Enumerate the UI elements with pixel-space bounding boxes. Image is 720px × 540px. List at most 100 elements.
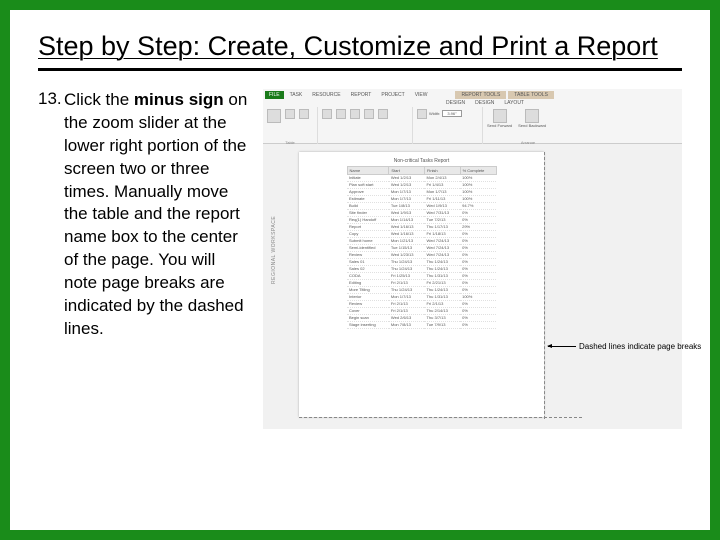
style-icon-4[interactable] (364, 109, 374, 119)
table-cell: 100% (460, 174, 496, 181)
col-header: Start (389, 166, 425, 174)
table-icon[interactable] (267, 109, 281, 123)
col-header: % Complete (460, 166, 496, 174)
table-cell: Thu 1/24/13 (424, 258, 460, 265)
table-cell: Thu 1/24/13 (389, 286, 425, 293)
table-cell: Report (347, 223, 389, 230)
style-icon-5[interactable] (378, 109, 388, 119)
table-cell: Fri 2/1/13 (389, 279, 425, 286)
table-cell: Sales 01 (347, 258, 389, 265)
table-cell: 0% (460, 216, 496, 223)
send-forward-icon[interactable] (493, 109, 507, 123)
subtabs: DESIGN DESIGN LAYOUT (263, 99, 682, 107)
table-row: EditingFri 2/1/13Fri 2/21/130% (347, 279, 496, 286)
table-cell: Thu 1/24/13 (424, 286, 460, 293)
table-row: Stage insertingMon 7/8/13Tue 7/9/130% (347, 321, 496, 328)
table-cell: 100% (460, 188, 496, 195)
table-row: CopyWed 1/16/13Fri 1/18/130% (347, 230, 496, 237)
send-backward-icon[interactable] (525, 109, 539, 123)
table-cell: 100% (460, 181, 496, 188)
table-cell: Tue 7/9/13 (424, 321, 460, 328)
table-cell: 0% (460, 286, 496, 293)
table-cell: Wed 1/9/13 (389, 209, 425, 216)
step-bold: minus sign (134, 90, 224, 109)
table-cell: Fri 1/18/13 (424, 230, 460, 237)
table-row: ReviewWed 1/23/13Wed 7/24/130% (347, 251, 496, 258)
subtab-layout[interactable]: LAYOUT (500, 99, 528, 107)
table-cell: Mon 1/21/13 (389, 237, 425, 244)
table-cell: Mon 1/7/13 (389, 188, 425, 195)
table-cell: Thu 1/24/13 (389, 258, 425, 265)
table-cell: Site finder (347, 209, 389, 216)
table-cell: Thu 1/31/13 (424, 293, 460, 300)
content-row: 13.Click the minus sign on the zoom slid… (38, 89, 682, 429)
height-icon[interactable] (417, 109, 427, 119)
style-icon-1[interactable] (322, 109, 332, 119)
table-cell: 0% (460, 230, 496, 237)
task-table: NameStartFinish% Complete InitiateWed 1/… (347, 166, 497, 329)
subtab-design2[interactable]: DESIGN (471, 99, 498, 107)
tab-project[interactable]: PROJECT (377, 91, 408, 99)
ribbon-sec-size: Width: 3.96" (413, 107, 483, 147)
style-icon-3[interactable] (350, 109, 360, 119)
page-break-vertical (544, 152, 545, 419)
report-title: Non-critical Tasks Report (299, 152, 544, 166)
table-cell: Wed 1/16/13 (389, 223, 425, 230)
tab-report[interactable]: REPORT (347, 91, 376, 99)
table-cell: Mon 1/7/13 (389, 195, 425, 202)
step-part1: Click the (64, 90, 134, 109)
table-cell: Tue 7/2/13 (424, 216, 460, 223)
col-header: Name (347, 166, 389, 174)
table-cell: 0% (460, 209, 496, 216)
table-row: Sales 01Thu 1/24/13Thu 1/24/130% (347, 258, 496, 265)
table-cell: 0% (460, 314, 496, 321)
table-cell: Fri 2/1/13 (389, 307, 425, 314)
table-cell: 100% (460, 293, 496, 300)
subtab-design1[interactable]: DESIGN (442, 99, 469, 107)
table-cell: Mon 2/4/13 (424, 174, 460, 181)
col-header: Finish (424, 166, 460, 174)
table-row: CODAFri 1/25/13Thu 1/31/130% (347, 272, 496, 279)
tab-file[interactable]: FILE (265, 91, 284, 99)
instruction-text: 13.Click the minus sign on the zoom slid… (38, 89, 253, 429)
table-cell: 94.7% (460, 202, 496, 209)
table-cell: 29% (460, 223, 496, 230)
table-cell: Fri 1/4/13 (424, 181, 460, 188)
style-icon-2[interactable] (336, 109, 346, 119)
table-cell: Interior (347, 293, 389, 300)
table-cell: Fri 1/11/13 (424, 195, 460, 202)
table-row: More TitlingThu 1/24/13Thu 1/24/130% (347, 286, 496, 293)
table-row: ApproveMon 1/7/13Mon 1/7/13100% (347, 188, 496, 195)
table-cell: 0% (460, 307, 496, 314)
step-body: Click the minus sign on the zoom slider … (64, 89, 249, 341)
slide-title: Step by Step: Create, Customize and Prin… (38, 30, 682, 64)
table-cell: Fri 2/1/13 (389, 300, 425, 307)
align-icon[interactable] (299, 109, 309, 119)
table-cell: Thu 1/24/13 (424, 265, 460, 272)
table-cell: Initiate (347, 174, 389, 181)
canvas: REGIONAL WORKSPACE Non-critical Tasks Re… (263, 144, 682, 429)
table-cell: Approve (347, 188, 389, 195)
table-cell: Wed 1/16/13 (389, 230, 425, 237)
table-cell: More Titling (347, 286, 389, 293)
table-row: ReportWed 1/16/13Thu 1/17/1329% (347, 223, 496, 230)
tab-view[interactable]: VIEW (411, 91, 432, 99)
table-cell: Thu 3/7/13 (424, 314, 460, 321)
table-cell: Req(1) Handoff (347, 216, 389, 223)
table-cell: Wed 2/6/13 (389, 314, 425, 321)
menu-tabs: FILE TASK RESOURCE REPORT PROJECT VIEW R… (263, 89, 682, 99)
tab-resource[interactable]: RESOURCE (308, 91, 344, 99)
table-cell: Wed 7/31/13 (424, 209, 460, 216)
table-cell: Fri 2/1/13 (424, 300, 460, 307)
margins-icon[interactable] (285, 109, 295, 119)
ribbon: FILE TASK RESOURCE REPORT PROJECT VIEW R… (263, 89, 682, 144)
table-cell: Wed 1/2/13 (389, 181, 425, 188)
table-row: EstimateMon 1/7/13Fri 1/11/13100% (347, 195, 496, 202)
width-field[interactable]: 3.96" (442, 110, 461, 117)
table-cell: Mon 1/14/13 (389, 216, 425, 223)
table-cell: Fri 1/25/13 (389, 272, 425, 279)
tab-group-table: TABLE TOOLS (508, 91, 554, 99)
tab-task[interactable]: TASK (286, 91, 307, 99)
table-cell: Wed 1/23/13 (389, 251, 425, 258)
table-row: BuildTue 1/8/13Wed 1/9/1394.7% (347, 202, 496, 209)
